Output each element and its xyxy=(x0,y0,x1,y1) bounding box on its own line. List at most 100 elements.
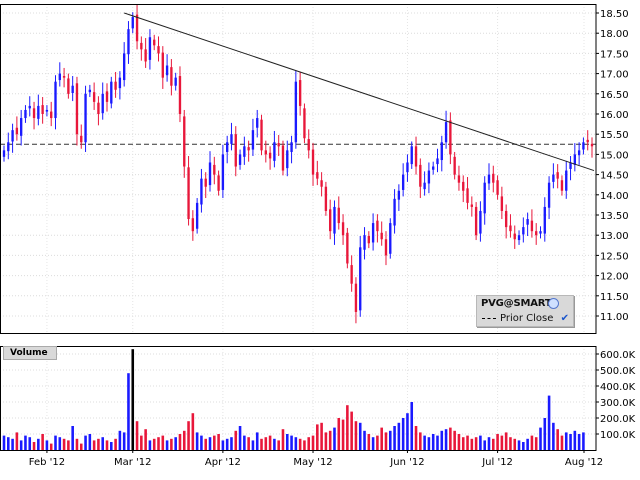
volume-bar xyxy=(54,435,57,450)
volume-bar xyxy=(71,426,74,450)
candle-body xyxy=(329,209,332,232)
volume-bar xyxy=(496,434,499,450)
volume-bar xyxy=(15,432,19,450)
candle-body xyxy=(560,180,564,191)
volume-bar xyxy=(127,373,130,450)
candle-body xyxy=(307,139,310,151)
candle-body xyxy=(320,180,323,187)
volume-bar xyxy=(470,438,474,450)
candle-body xyxy=(226,142,229,152)
volume-panel-label: Volume xyxy=(3,346,57,360)
volume-bar xyxy=(234,430,238,450)
volume-bar xyxy=(225,438,229,450)
candle-body xyxy=(84,93,87,143)
candle-body xyxy=(487,174,491,184)
candle-body xyxy=(582,142,585,150)
candle-body xyxy=(397,190,401,200)
price-tick-label: 11.50 xyxy=(600,292,629,303)
volume-bar xyxy=(19,440,23,450)
candle-body xyxy=(462,181,465,191)
candle-body xyxy=(500,196,504,211)
date-tick-label: Apr '12 xyxy=(205,457,241,468)
dash-line-icon xyxy=(482,317,496,319)
candle-body xyxy=(54,81,57,119)
candle-body xyxy=(423,182,426,190)
price-tick-label: 11.00 xyxy=(600,312,629,323)
volume-bar xyxy=(333,427,336,450)
date-tick-label: Aug '12 xyxy=(565,457,603,468)
candle-body xyxy=(157,46,160,54)
volume-bar xyxy=(316,424,319,450)
candle-body xyxy=(92,92,96,102)
candle-body xyxy=(58,73,61,81)
volume-bar xyxy=(427,437,431,450)
candle-body xyxy=(148,37,152,60)
symbol-info-icon[interactable] xyxy=(548,298,559,309)
candle-body xyxy=(457,175,461,183)
legend-prior-close-row[interactable]: Prior Close ✔ xyxy=(477,311,573,326)
volume-bar xyxy=(79,443,83,450)
volume-bar xyxy=(217,434,220,450)
volume-bar xyxy=(350,411,353,450)
candle-body xyxy=(234,134,237,167)
volume-bar xyxy=(384,432,388,450)
candle-body xyxy=(41,105,44,114)
price-tick-label: 12.00 xyxy=(600,272,629,283)
candle-body xyxy=(251,130,255,150)
chart-legend[interactable]: PVG@SMART Prior Close ✔ xyxy=(476,295,574,327)
checkbox-checked-icon[interactable]: ✔ xyxy=(561,311,569,326)
candle-body xyxy=(419,164,422,187)
candle-body xyxy=(427,170,431,184)
candle-body xyxy=(449,120,452,155)
candle-body xyxy=(316,172,319,179)
volume-bar xyxy=(552,422,555,450)
candle-body xyxy=(122,53,126,81)
volume-bar xyxy=(397,422,401,450)
volume-bar xyxy=(564,432,568,450)
candle-body xyxy=(11,130,14,142)
price-tick-label: 13.00 xyxy=(600,231,629,242)
volume-bar xyxy=(449,427,452,450)
volume-bar xyxy=(135,421,139,450)
volume-bar xyxy=(371,437,375,450)
volume-bar xyxy=(328,430,332,450)
candle-body xyxy=(32,108,36,119)
volume-bar xyxy=(466,435,469,450)
volume-bar xyxy=(547,395,551,450)
price-tick-label: 17.00 xyxy=(600,70,629,81)
trendline xyxy=(124,12,595,172)
volume-bar xyxy=(363,430,366,450)
volume-tick-label: 100.0K xyxy=(600,430,636,441)
price-tick-label: 12.50 xyxy=(600,251,629,262)
volume-bar xyxy=(170,438,173,450)
price-tick-label: 18.00 xyxy=(600,29,629,40)
volume-bar xyxy=(152,438,156,450)
volume-bar xyxy=(58,437,62,450)
candle-body xyxy=(62,76,66,78)
volume-bar xyxy=(110,442,113,450)
volume-bar xyxy=(191,413,195,450)
volume-bar xyxy=(534,437,538,450)
candle-body xyxy=(470,204,474,207)
volume-bar xyxy=(440,430,444,450)
volume-bar xyxy=(221,440,225,450)
volume-bar xyxy=(500,435,504,450)
volume-bar xyxy=(101,437,105,450)
volume-bar xyxy=(431,434,435,450)
candle-body xyxy=(513,233,516,240)
volume-tick-label: 600.0K xyxy=(600,350,636,361)
candle-body xyxy=(556,172,559,179)
volume-bar xyxy=(41,434,44,450)
candle-body xyxy=(384,239,388,256)
candle-body xyxy=(45,109,49,112)
volume-bar xyxy=(97,438,100,450)
candle-body xyxy=(479,210,482,234)
volume-bar xyxy=(161,435,165,450)
volume-bar xyxy=(444,429,448,450)
date-tick-label: Jul '12 xyxy=(481,457,513,468)
candle-body xyxy=(333,206,336,234)
volume-bar xyxy=(204,438,208,450)
legend-symbol-row[interactable]: PVG@SMART xyxy=(477,296,573,311)
candle-body xyxy=(268,152,272,159)
volume-bar xyxy=(577,434,581,450)
